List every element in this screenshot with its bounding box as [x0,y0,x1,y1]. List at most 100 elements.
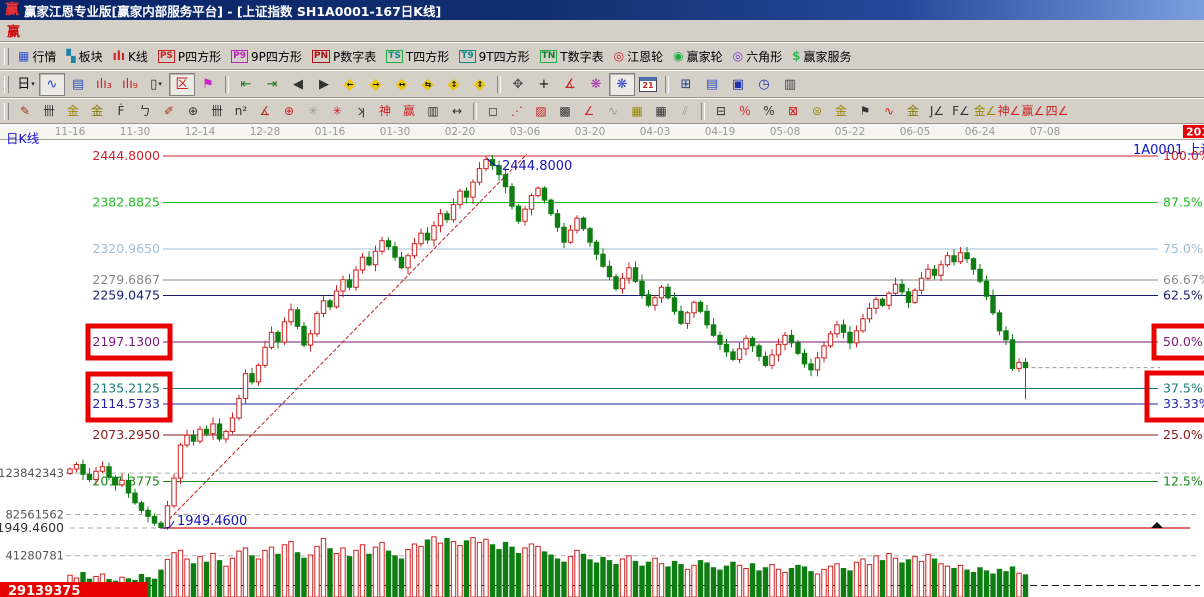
trend-line[interactable] [161,154,527,528]
drawing-tool-button[interactable]: 金 [901,100,925,123]
menu-item[interactable] [170,29,190,33]
drawing-tool-button[interactable]: ▦ [649,100,673,123]
kline-chart[interactable]: 11-1611-3012-1412-2801-1601-3002-2003-06… [0,124,1204,597]
menu-item[interactable] [50,29,70,33]
toolbar-icon-button[interactable]: ❋ [583,73,609,96]
toolbar-icon-button[interactable]: ◷ [751,73,777,96]
toolbar-button[interactable]: T9 9T四方形 [454,45,534,67]
toolbar-grip[interactable] [4,76,9,93]
drawing-tool-button[interactable]: ▨ [529,100,553,123]
toolbar-icon-button[interactable]: ← [337,73,363,96]
toolbar-icon-button[interactable]: ⇕ [467,73,493,96]
menu-item[interactable] [210,29,230,33]
drawing-tool-button[interactable]: n² [229,100,253,123]
drawing-tool-button[interactable]: ⊕ [277,100,301,123]
toolbar-icon-button[interactable]: ⇥ [259,73,285,96]
toolbar-button[interactable]: PS P四方形 [153,45,226,67]
drawing-tool-button[interactable]: J∠ [925,100,949,123]
toolbar-icon-button[interactable]: ⇆ [415,73,441,96]
drawing-tool-button[interactable]: ✎ [13,100,37,123]
toolbar-icon-button[interactable]: ↔ [389,73,415,96]
menu-item[interactable] [190,29,210,33]
toolbar-icon-button[interactable]: ⊞ [673,73,699,96]
toolbar-button[interactable]: $ 赢家服务 [787,45,856,67]
drawing-tool-button[interactable]: 神 [373,100,397,123]
drawing-tool-button[interactable]: 神∠ [997,100,1021,123]
toolbar-icon-button[interactable]: ❋ [609,73,635,96]
drawing-tool-button[interactable]: ％ [733,100,757,123]
toolbar-button[interactable]: TN T数字表 [535,45,609,67]
toolbar-icon-button[interactable]: ▥ [777,73,803,96]
drawing-tool-button[interactable]: ∿ [601,100,625,123]
toolbar-icon-button[interactable]: ∿ [39,73,65,96]
drawing-tool-button[interactable]: 卌 [37,100,61,123]
toolbar-icon-button[interactable]: → [363,73,389,96]
toolbar-icon-button[interactable]: 21 [635,73,661,96]
toolbar-icon-button[interactable]: ▤ [65,73,91,96]
toolbar-icon-button[interactable]: ▣ [725,73,751,96]
menu-item[interactable] [30,29,50,33]
drawing-tool-button[interactable]: ✳ [301,100,325,123]
drawing-tool-button[interactable]: 金∠ [973,100,997,123]
drawing-tool-button[interactable]: 金 [829,100,853,123]
toolbar-button[interactable]: PN P数字表 [307,45,381,67]
toolbar-button[interactable]: ◎ 江恩轮 [609,45,669,67]
drawing-tool-button[interactable]: ⋰ [505,100,529,123]
titlebar[interactable]: 赢 赢家江恩专业版[赢家内部服务平台] - [上证指数 SH1A0001-167… [0,0,1204,20]
toolbar-button[interactable]: ◉ 赢家轮 [668,45,728,67]
toolbar-icon-button[interactable]: ▯ ▾ [143,73,169,96]
drawing-tool-button[interactable]: 金 [61,100,85,123]
drawing-tool-button[interactable]: ㄅ [133,100,157,123]
drawing-tool-button[interactable]: ▥ [421,100,445,123]
drawing-tool-button[interactable]: ▦ [625,100,649,123]
toolbar-button[interactable]: ▚ 板块 [61,45,107,67]
drawing-tool-button[interactable]: ↔ [445,100,469,123]
toolbar-icon-button[interactable]: ılı₃ [91,73,117,96]
toolbar-button[interactable]: TS T四方形 [381,45,454,67]
toolbar-button[interactable]: ▦ 行情 [13,45,61,67]
drawing-tool-button[interactable]: % [757,100,781,123]
toolbar-icon-button[interactable]: ılı₉ [117,73,143,96]
drawing-tool-button[interactable]: ⫽ [673,100,697,123]
toolbar-icon-button[interactable]: ∡ [557,73,583,96]
toolbar-icon-button[interactable]: 区 [169,73,195,96]
toolbar-icon-button[interactable]: ▤ [699,73,725,96]
drawing-tool-button[interactable]: ⊠ [781,100,805,123]
drawing-tool-button[interactable]: ∿ [877,100,901,123]
menu-item[interactable] [110,29,130,33]
toolbar-button[interactable]: ◎ 六角形 [728,45,788,67]
menu-item[interactable] [70,29,90,33]
menu-item[interactable] [90,29,110,33]
drawing-tool-button[interactable]: 卌 [205,100,229,123]
menu-item[interactable] [130,29,150,33]
drawing-tool-button[interactable]: ▩ [553,100,577,123]
drawing-tool-button[interactable]: ∠ [577,100,601,123]
drawing-tool-button[interactable]: F∠ [949,100,973,123]
drawing-tool-button[interactable]: ✐ [157,100,181,123]
toolbar-icon-button[interactable]: ◀ [285,73,311,96]
toolbar-icon-button[interactable]: ⚑ [195,73,221,96]
drawing-tool-button[interactable]: 四∠ [1045,100,1069,123]
drawing-tool-button[interactable]: 赢∠ [1021,100,1045,123]
drawing-tool-button[interactable]: ʞ [349,100,373,123]
toolbar-icon-button[interactable]: + [531,73,557,96]
toolbar-icon-button[interactable]: ⇤ [233,73,259,96]
drawing-tool-button[interactable]: 金 [85,100,109,123]
toolbar-icon-button[interactable]: ↕ [441,73,467,96]
toolbar-icon-button[interactable]: ✥ [505,73,531,96]
drawing-tool-button[interactable]: Ḟ [109,100,133,123]
drawing-tool-button[interactable]: ◻ [481,100,505,123]
toolbar-button[interactable]: ılı K线 [108,45,153,67]
toolbar-grip[interactable] [4,48,9,65]
menu-item[interactable] [150,29,170,33]
drawing-tool-button[interactable]: 赢 [397,100,421,123]
toolbar-grip[interactable] [4,103,9,120]
toolbar-icon-button[interactable]: ▶ [311,73,337,96]
drawing-tool-button[interactable]: ⊜ [805,100,829,123]
toolbar-button[interactable]: P9 9P四方形 [226,45,307,67]
toolbar-icon-button[interactable]: 日 ▾ [13,73,39,96]
drawing-tool-button[interactable]: ✳ [325,100,349,123]
drawing-tool-button[interactable]: ⚑ [853,100,877,123]
drawing-tool-button[interactable]: ⊕ [181,100,205,123]
drawing-tool-button[interactable]: ∡ [253,100,277,123]
